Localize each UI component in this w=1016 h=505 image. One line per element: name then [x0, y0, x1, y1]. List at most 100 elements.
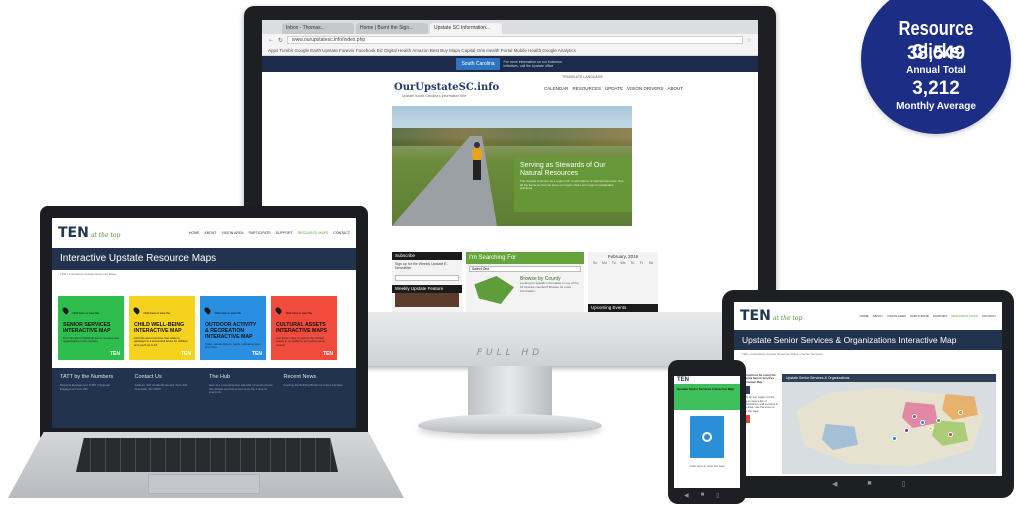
breadcrumb[interactable]: TEN » Interactive Upstate Resource Maps — [52, 270, 356, 278]
tile-senior-services[interactable]: Click here to view the SENIOR SERVICES I… — [58, 296, 124, 360]
reload-icon[interactable]: ↻ — [278, 37, 283, 44]
map-marker-icon[interactable] — [928, 426, 933, 431]
translate-label[interactable]: TRANSLATE LANGUAGE — [562, 75, 603, 79]
back-icon[interactable]: ◀ — [832, 480, 837, 488]
calendar-grid[interactable]: Su Mo Tu We Th Fr Sa — [588, 259, 658, 267]
nav-item-support[interactable]: SUPPORT — [276, 231, 293, 235]
tile-mark: TEN — [110, 351, 120, 357]
ten-footer: TATT by the Numbers Regional Engagement:… — [52, 368, 356, 428]
browse-text: Looking for specific information in one … — [520, 281, 579, 293]
map-area: Instructions for using the Upstate Senio… — [738, 373, 1002, 476]
recent-apps-icon[interactable]: ▯ — [902, 480, 906, 488]
nav-item-calendar[interactable]: CALENDAR — [544, 86, 569, 91]
tile-outdoor-activity[interactable]: Click here to view the OUTDOOR ACTIVITY … — [200, 296, 266, 360]
map-pin-icon — [203, 306, 212, 315]
star-icon[interactable]: ☆ — [747, 37, 752, 44]
ten-logo[interactable]: TEN at the top — [740, 308, 802, 324]
sponsor-logo[interactable]: South Carolina — [456, 58, 500, 70]
footer-col-numbers: TATT by the Numbers Regional Engagement:… — [60, 374, 125, 422]
map-marker-icon[interactable] — [958, 410, 963, 415]
map-marker-icon[interactable] — [948, 432, 953, 437]
map-marker-icon[interactable] — [904, 428, 909, 433]
ten-logo-subtext: at the top — [772, 315, 803, 322]
map-marker-icon[interactable] — [892, 436, 897, 441]
nav-item-resource-maps[interactable]: RESOURCE MAPS — [951, 314, 977, 318]
footer-text: Regional Engagement: 8,987 | Regional En… — [60, 383, 110, 391]
nav-item-resource-maps[interactable]: RESOURCE MAPS — [298, 231, 329, 235]
laptop-trackpad — [148, 474, 260, 494]
nav-item-contact[interactable]: CONTACT — [333, 231, 350, 235]
map-marker-icon[interactable] — [912, 414, 917, 419]
nav-item-home[interactable]: HOME — [860, 314, 869, 318]
browser-tab-active[interactable]: Upstate SC Information... — [430, 23, 502, 34]
map-pin-icon — [274, 306, 283, 315]
browser-tab[interactable]: Home | Burnt the Sign... — [356, 23, 428, 34]
circle-icon — [702, 432, 712, 442]
site-logo[interactable]: OurUpstateSC.info — [394, 82, 499, 93]
phone-tile-label: Upstate Senior Services Interactive Map — [677, 387, 735, 391]
weekly-feature-image[interactable] — [395, 292, 459, 307]
map-marker-icon[interactable] — [936, 418, 941, 423]
nav-item-about[interactable]: ABOUT — [667, 86, 683, 91]
footer-heading: Recent News — [283, 374, 317, 380]
hero-text: The Upstate is known as a region rich in… — [520, 179, 624, 191]
nav-item-update[interactable]: UPDATE — [605, 86, 623, 91]
back-icon[interactable]: ← — [268, 37, 274, 43]
tile-kicker: Click here to view the — [72, 311, 100, 315]
calendar-day-label: We — [620, 261, 626, 265]
interactive-map[interactable]: Upstate Senior Services & Organizations — [782, 374, 996, 474]
ten-logo-text[interactable]: TEN — [677, 377, 689, 383]
phone-header: TEN — [674, 376, 740, 384]
bookmarks-bar[interactable]: Apps Tumblr Google Earth Upstate Forever… — [262, 46, 758, 56]
url-field[interactable]: www.ourupstatesc.info/index.php — [287, 36, 743, 44]
back-icon[interactable]: ◀ — [684, 492, 689, 499]
calendar-day-label: Th — [630, 261, 635, 265]
footer-col-contact: Contact Us Address: 124 Verdae Boulevard… — [135, 374, 200, 422]
footer-text[interactable]: Here is a comprehensive calendar of even… — [209, 383, 274, 395]
phone-nav-buttons: ◀ ■ ▯ — [684, 492, 720, 499]
searching-select[interactable]: Select One — [469, 266, 581, 272]
nav-item-vision-drivers[interactable]: VISION DRIVERS — [627, 86, 664, 91]
tile-title: SENIOR SERVICES INTERACTIVE MAP — [63, 322, 111, 334]
footer-text[interactable]: Inspiring the Building Blocks for Future… — [284, 383, 349, 388]
nav-item-vision-area[interactable]: VISION AREA — [221, 231, 243, 235]
home-icon[interactable]: ■ — [867, 480, 871, 488]
nav-item-about[interactable]: ABOUT — [873, 314, 883, 318]
tile-title: OUTDOOR ACTIVITY & RECREATION INTERACTIV… — [205, 322, 257, 340]
tile-title: CULTURAL ASSETS INTERACTIVE MAPS — [276, 322, 328, 334]
instructions-text: Click on any region on the map to view a… — [742, 395, 779, 413]
nav-item-about[interactable]: ABOUT — [204, 231, 216, 235]
nav-item-vision-area[interactable]: VISION AREA — [887, 314, 906, 318]
tile-desc: Find info about individual senior servic… — [63, 336, 119, 344]
nav-item-participate[interactable]: PARTICIPATE — [249, 231, 271, 235]
page-title-banner: Interactive Upstate Resource Maps — [52, 248, 356, 270]
subscribe-input[interactable] — [395, 274, 459, 281]
sc-map-graphic[interactable] — [474, 276, 514, 304]
instructions-title: Instructions for using the Upstate Senio… — [742, 373, 776, 384]
ten-logo-text: TEN — [740, 308, 771, 324]
ten-header: TEN at the top HOME ABOUT VISION AREA PA… — [734, 302, 1002, 330]
recent-apps-icon[interactable]: ▯ — [716, 492, 719, 499]
home-icon[interactable]: ■ — [701, 492, 705, 499]
browser-address-bar: ← ↻ www.ourupstatesc.info/index.php ☆ — [262, 34, 758, 46]
hero-caption[interactable]: Serving as Stewards of Our Natural Resou… — [514, 158, 632, 212]
browser-tab[interactable]: Inbox - Thomas... — [282, 23, 354, 34]
nav-item-support[interactable]: SUPPORT — [933, 314, 947, 318]
nav-item-resources[interactable]: RESOURCES — [573, 86, 602, 91]
nav-item-contact[interactable]: CONTACT — [982, 314, 996, 318]
monthly-average-label: Monthly Average — [896, 101, 976, 112]
phone-tile-senior[interactable]: Upstate Senior Services Interactive Map — [674, 384, 740, 410]
weekly-feature-title: Weekly Upstate Feature — [392, 284, 462, 293]
phone-tile-outdoor[interactable] — [690, 416, 724, 458]
breadcrumb[interactable]: TEN » Interactive Upstate Resource Maps … — [734, 350, 1002, 358]
tile-cultural-assets[interactable]: Click here to view the CULTURAL ASSETS I… — [271, 296, 337, 360]
map-marker-icon[interactable] — [920, 420, 925, 425]
nav-item-home[interactable]: HOME — [189, 231, 200, 235]
tile-kicker: Click here to view the — [143, 311, 171, 315]
searching-panel: I'm Searching For Select One Browse by C… — [466, 252, 584, 312]
ten-logo[interactable]: TEN at the top — [58, 225, 120, 241]
map-instructions: Instructions for using the Upstate Senio… — [742, 373, 780, 425]
cyclist-figure — [470, 142, 484, 182]
nav-item-participate[interactable]: PARTICIPATE — [910, 314, 929, 318]
tile-child-well-being[interactable]: Click here to view the CHILD WELL-BEING … — [129, 296, 195, 360]
